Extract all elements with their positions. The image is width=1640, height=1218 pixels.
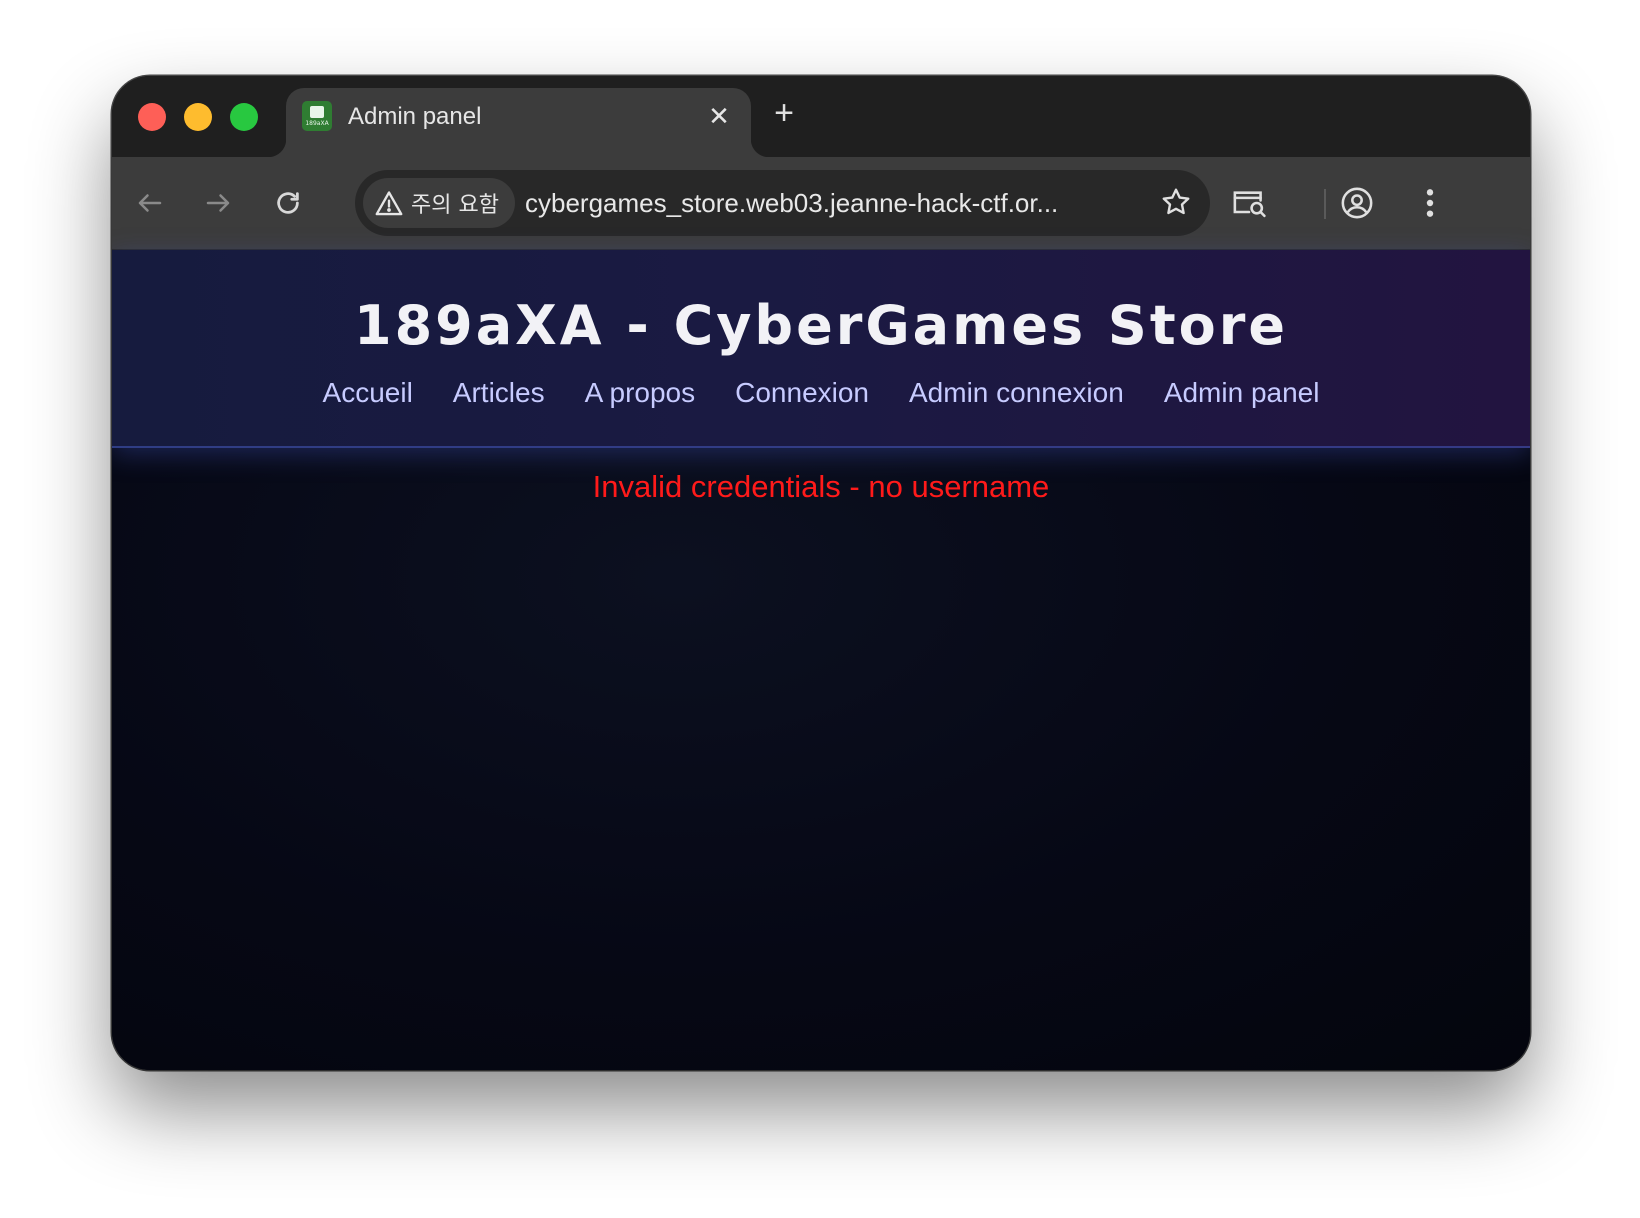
tab-strip: 189aXA Admin panel ✕ + (112, 76, 1530, 157)
reload-button[interactable] (268, 183, 308, 223)
tab-admin-panel[interactable]: 189aXA Admin panel ✕ (268, 88, 769, 157)
site-title: 189aXA - CyberGames Store (354, 294, 1288, 357)
arrow-left-icon (138, 194, 162, 212)
window-minimize-button[interactable] (184, 103, 212, 131)
more-vertical-icon (1426, 189, 1434, 217)
window-close-button[interactable] (138, 103, 166, 131)
bookmark-star-icon[interactable] (1160, 186, 1192, 218)
browser-toolbar: 주의 요함 cybergames_store.web03.jeanne-hack… (112, 157, 1530, 250)
security-warning-chip[interactable]: 주의 요함 (363, 178, 515, 228)
address-bar[interactable]: 주의 요함 cybergames_store.web03.jeanne-hack… (355, 170, 1210, 236)
browser-menu-button[interactable] (1410, 183, 1450, 223)
site-favicon-icon: 189aXA (302, 101, 332, 131)
site-header: 189aXA - CyberGames Store Accueil Articl… (112, 250, 1530, 448)
nav-link-admin-connexion[interactable]: Admin connexion (909, 376, 1124, 410)
url-text[interactable]: cybergames_store.web03.jeanne-hack-ctf.o… (525, 187, 1058, 219)
nav-link-connexion[interactable]: Connexion (735, 376, 869, 410)
toolbar-divider (1324, 189, 1326, 219)
nav-link-admin-panel[interactable]: Admin panel (1164, 376, 1320, 410)
arrow-right-icon (206, 194, 230, 212)
nav-link-a-propos[interactable]: A propos (585, 376, 696, 410)
new-tab-button[interactable]: + (766, 96, 802, 132)
security-chip-label: 주의 요함 (411, 193, 499, 218)
error-message: Invalid credentials - no username (592, 469, 1050, 504)
browser-window: 189aXA Admin panel ✕ + 주의 요함 cybergames_… (112, 76, 1530, 1070)
screen-search-icon (1233, 191, 1266, 218)
nav-link-accueil[interactable]: Accueil (323, 376, 413, 410)
tab-title: Admin panel (348, 103, 482, 130)
search-tabs-button[interactable] (1229, 183, 1269, 223)
tab-close-icon[interactable]: ✕ (705, 102, 733, 130)
reload-icon (277, 192, 299, 214)
page-viewport: 189aXA - CyberGames Store Accueil Articl… (112, 250, 1530, 1070)
profile-button[interactable] (1337, 183, 1377, 223)
forward-button[interactable] (198, 183, 238, 223)
warning-triangle-icon (375, 191, 403, 216)
account-circle-icon (1341, 187, 1373, 219)
site-nav: Accueil Articles A propos Connexion Admi… (112, 376, 1530, 410)
window-maximize-button[interactable] (230, 103, 258, 131)
nav-link-articles[interactable]: Articles (453, 376, 545, 410)
back-button[interactable] (130, 183, 170, 223)
